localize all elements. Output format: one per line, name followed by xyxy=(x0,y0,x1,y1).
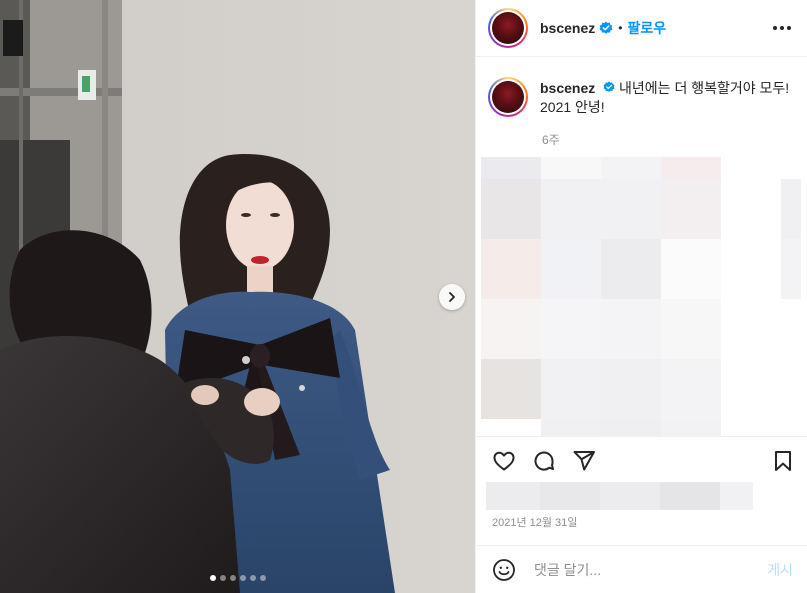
blurred-comments xyxy=(481,157,801,437)
caption: bscenez 내년에는 더 행복할거야 모두! 2021 안녕! xyxy=(476,57,807,117)
carousel-dot xyxy=(239,575,246,581)
share-icon[interactable] xyxy=(572,449,596,473)
post-header: bscenez • 팔로우 xyxy=(476,0,807,57)
carousel-dot xyxy=(209,575,216,581)
carousel-dot xyxy=(229,575,236,581)
header-username[interactable]: bscenez xyxy=(540,20,595,36)
more-options-icon[interactable] xyxy=(771,20,793,36)
header-separator: • xyxy=(618,21,623,35)
photo-image xyxy=(0,0,475,593)
verified-badge-icon xyxy=(599,21,613,35)
caption-avatar[interactable] xyxy=(488,77,528,117)
bookmark-icon[interactable] xyxy=(771,449,795,473)
carousel-indicator xyxy=(0,575,475,581)
comment-icon[interactable] xyxy=(532,449,556,473)
chevron-right-icon xyxy=(449,292,455,302)
post-photo[interactable] xyxy=(0,0,475,593)
carousel-dot xyxy=(249,575,256,581)
caption-age: 6주 xyxy=(542,133,560,147)
comment-bar: 게시 xyxy=(476,545,807,593)
caption-text: bscenez 내년에는 더 행복할거야 모두! 2021 안녕! xyxy=(540,79,793,117)
post-comment-button[interactable]: 게시 xyxy=(767,560,793,580)
heart-icon[interactable] xyxy=(492,449,516,473)
action-bar xyxy=(476,436,807,485)
avatar[interactable] xyxy=(488,8,528,48)
carousel-dot xyxy=(259,575,266,581)
carousel-dot xyxy=(219,575,226,581)
post-modal: bscenez • 팔로우 bscenez 내년에는 더 행복할거야 모두! 2… xyxy=(0,0,807,593)
post-side-panel: bscenez • 팔로우 bscenez 내년에는 더 행복할거야 모두! 2… xyxy=(475,0,807,593)
blurred-likes xyxy=(486,482,753,510)
next-slide-button[interactable] xyxy=(439,284,465,310)
comment-input[interactable] xyxy=(532,561,768,579)
follow-button[interactable]: 팔로우 xyxy=(627,18,666,38)
post-date: 2021년 12월 31일 xyxy=(492,517,578,529)
emoji-icon[interactable] xyxy=(492,558,516,582)
caption-username[interactable]: bscenez xyxy=(540,80,595,96)
verified-badge-icon xyxy=(603,81,615,93)
